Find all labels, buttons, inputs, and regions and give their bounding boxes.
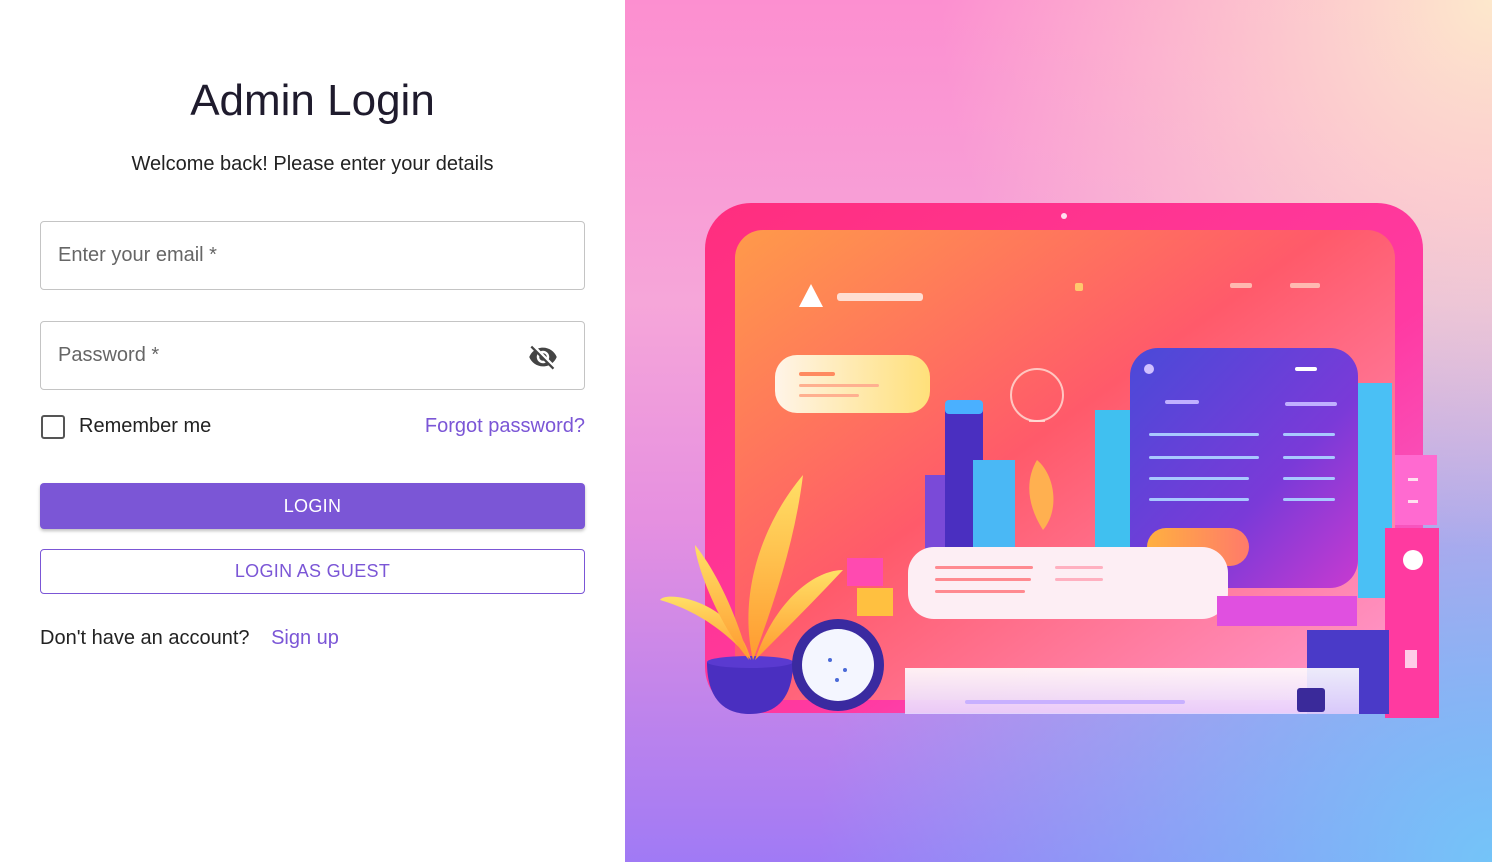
login-panel: Admin Login Welcome back! Please enter y… — [0, 0, 625, 862]
page-title: Admin Login — [190, 76, 435, 125]
login-as-guest-button[interactable]: LOGIN AS GUEST — [40, 549, 585, 594]
signup-link[interactable]: Sign up — [271, 627, 339, 649]
signup-prompt: Don't have an account? — [40, 627, 250, 649]
remember-me-label[interactable]: Remember me — [79, 415, 211, 438]
signup-row: Don't have an account? Sign up — [40, 627, 339, 650]
forgot-password-link[interactable]: Forgot password? — [425, 415, 585, 438]
eye-off-icon[interactable] — [528, 342, 558, 372]
illustration-artwork — [660, 203, 1439, 718]
email-input[interactable] — [41, 222, 584, 289]
page-subtitle: Welcome back! Please enter your details — [131, 153, 494, 175]
login-button[interactable]: LOGIN — [40, 483, 585, 529]
password-field-container — [40, 321, 585, 390]
password-input[interactable] — [41, 322, 584, 389]
remember-me-checkbox[interactable] — [41, 415, 65, 439]
hero-illustration — [625, 0, 1492, 862]
options-row: Remember me Forgot password? — [40, 410, 585, 444]
email-field-container — [40, 221, 585, 290]
